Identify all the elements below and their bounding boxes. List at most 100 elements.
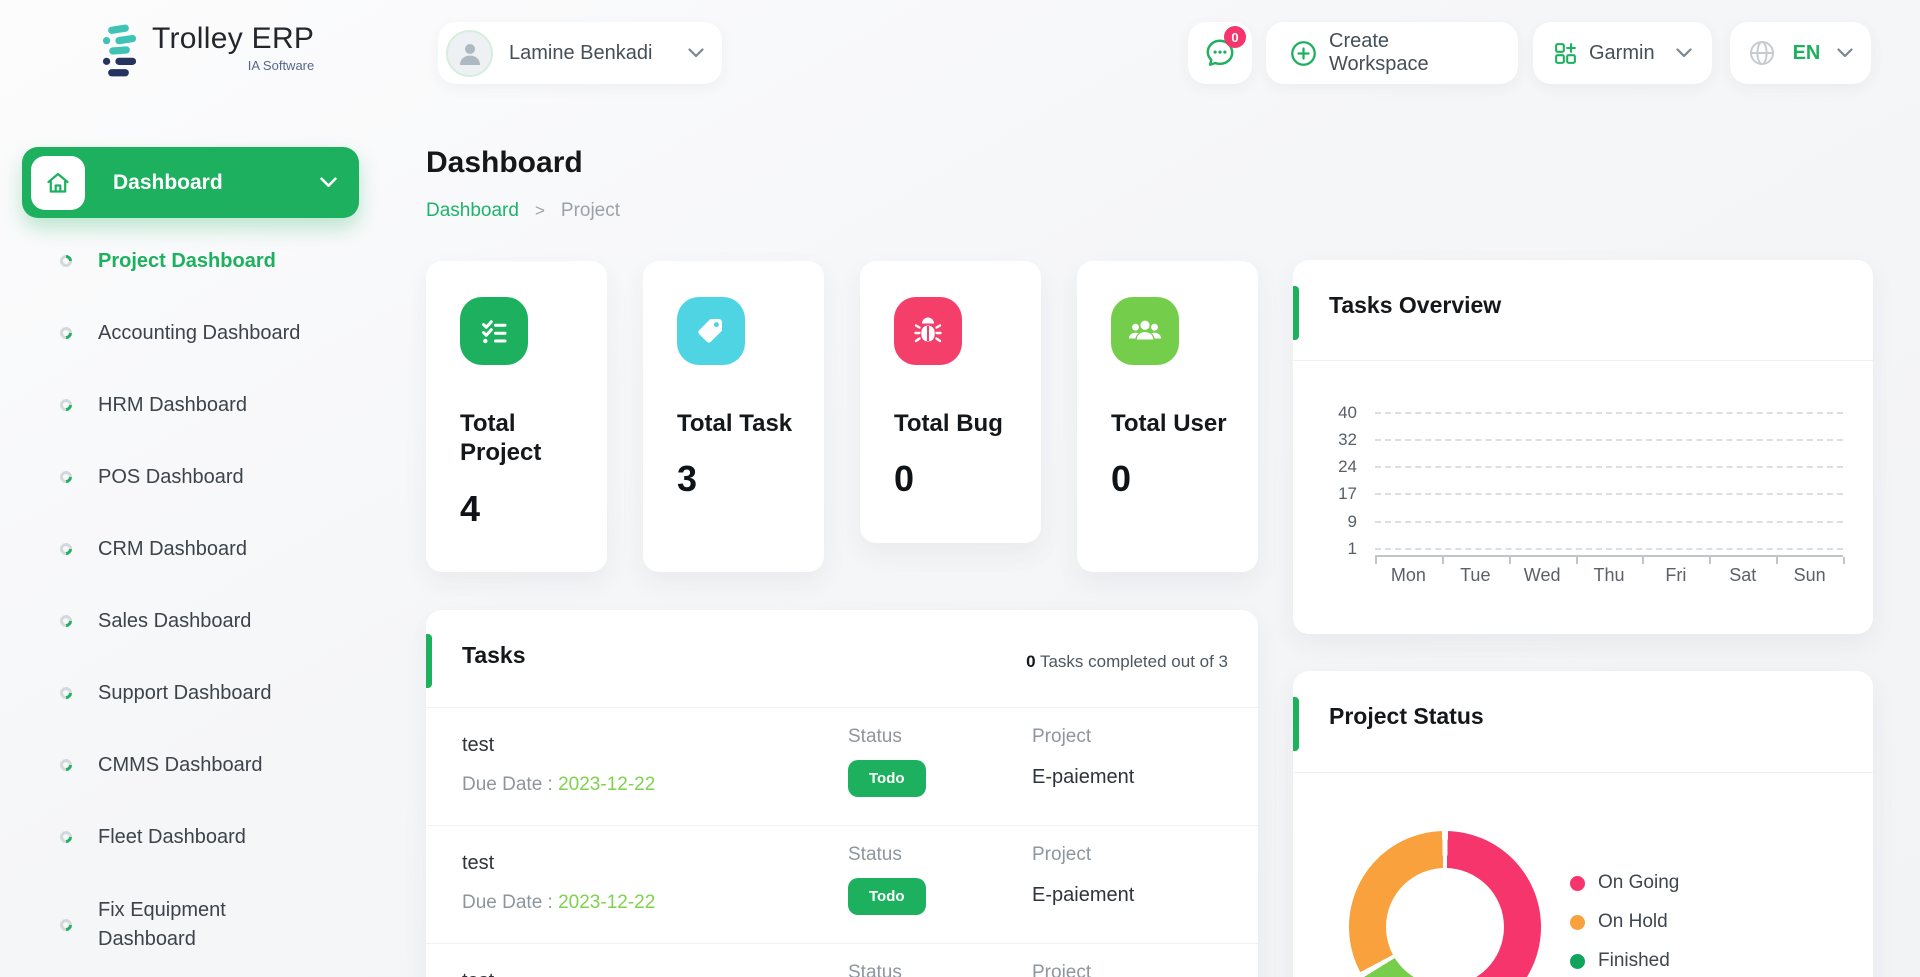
x-axis-label: Fri: [1642, 565, 1709, 586]
project-column-label: Project: [1032, 962, 1091, 977]
tasks-overview-chart: 40 32 24 17 9 1: [1293, 360, 1873, 634]
project-status-panel: Project Status On Going On Hold Finished: [1293, 671, 1873, 977]
chevron-down-icon: [1837, 48, 1853, 58]
tasks-overview-header: Tasks Overview: [1293, 260, 1873, 360]
sidebar-item-pos-dashboard[interactable]: POS Dashboard: [60, 441, 360, 513]
y-axis-label: 40: [1317, 403, 1357, 423]
tasks-panel: Tasks 0 Tasks completed out of 3 test Du…: [426, 610, 1258, 977]
chevron-down-icon: [688, 48, 704, 58]
bullet-icon: [58, 685, 75, 702]
stat-value: 3: [677, 458, 808, 500]
chevron-down-icon: [1676, 48, 1692, 58]
checklist-icon: [460, 297, 528, 365]
tasks-title: Tasks: [462, 642, 526, 669]
gridline-dash: [1375, 493, 1843, 495]
bullet-icon: [58, 397, 75, 414]
sidebar-menu: Project Dashboard Accounting Dashboard H…: [60, 225, 360, 977]
workspace-name: Garmin: [1589, 42, 1665, 65]
panel-accent-bar: [1293, 286, 1299, 340]
status-badge: Todo: [848, 760, 926, 797]
breadcrumb-dashboard-link[interactable]: Dashboard: [426, 200, 519, 222]
legend-dot: [1570, 954, 1585, 969]
task-due-date: Due Date : 2023-12-22: [462, 892, 655, 914]
tasks-completed-count: 0: [1026, 652, 1035, 671]
tasks-overview-title: Tasks Overview: [1329, 292, 1501, 319]
y-axis-label: 32: [1317, 430, 1357, 450]
create-workspace-button[interactable]: Create Workspace: [1266, 22, 1518, 84]
gridline-dash: [1375, 412, 1843, 414]
y-axis-label: 17: [1317, 484, 1357, 504]
legend-item-on-going[interactable]: On Going: [1570, 871, 1679, 895]
sidebar-item-sales-dashboard[interactable]: Sales Dashboard: [60, 585, 360, 657]
legend-item-on-hold[interactable]: On Hold: [1570, 910, 1679, 934]
chat-badge: 0: [1224, 26, 1246, 48]
legend-dot: [1570, 876, 1585, 891]
sidebar-item-project-dashboard[interactable]: Project Dashboard: [60, 225, 360, 297]
language-code: EN: [1787, 42, 1826, 65]
x-axis-labels: Mon Tue Wed Thu Fri Sat Sun: [1375, 565, 1843, 586]
axis-tick: [1509, 557, 1511, 564]
bullet-icon: [58, 613, 75, 630]
task-due-date-value: 2023-12-22: [558, 892, 655, 913]
sidebar-item-fleet-dashboard[interactable]: Fleet Dashboard: [60, 801, 360, 873]
axis-tick: [1776, 557, 1778, 564]
task-row: test Due Date : 2023-12-22 Status Todo P…: [426, 943, 1258, 977]
status-column-label: Status: [848, 726, 902, 748]
divider: [1293, 772, 1873, 773]
panel-accent-bar: [426, 634, 432, 688]
legend-dot: [1570, 915, 1585, 930]
chevron-down-icon: [320, 177, 337, 188]
stat-label: Total Project: [460, 409, 591, 468]
y-axis-label: 24: [1317, 457, 1357, 477]
x-axis-label: Thu: [1576, 565, 1643, 586]
stat-value: 0: [1111, 458, 1242, 500]
language-select[interactable]: EN: [1730, 22, 1871, 84]
brand-logo-icon: [96, 22, 142, 80]
project-column-label: Project: [1032, 844, 1091, 866]
sidebar-item-fix-equipment-dashboard[interactable]: Fix Equipment Dashboard: [60, 873, 360, 977]
user-name: Lamine Benkadi: [509, 42, 688, 65]
x-axis-label: Wed: [1509, 565, 1576, 586]
task-project: E-paiement: [1032, 884, 1134, 907]
bullet-icon: [58, 917, 75, 934]
y-axis-label: 9: [1317, 512, 1357, 532]
bullet-icon: [58, 469, 75, 486]
axis-tick: [1576, 557, 1578, 564]
page-title: Dashboard: [426, 146, 583, 180]
bullet-icon: [58, 757, 75, 774]
x-axis-label: Sun: [1776, 565, 1843, 586]
plus-circle-icon: [1290, 40, 1317, 67]
brand-name: Trolley ERP: [152, 22, 314, 56]
gridline-dash: [1375, 466, 1843, 468]
workspace-select[interactable]: Garmin: [1533, 22, 1712, 84]
bullet-icon: [58, 253, 75, 270]
home-icon: [31, 156, 85, 210]
task-project: E-paiement: [1032, 766, 1134, 789]
legend-item-finished[interactable]: Finished: [1570, 949, 1679, 973]
sidebar-item-accounting-dashboard[interactable]: Accounting Dashboard: [60, 297, 360, 369]
task-due-date-value: 2023-12-22: [558, 774, 655, 795]
user-menu[interactable]: Lamine Benkadi: [438, 22, 722, 84]
tasks-overview-panel: Tasks Overview 40 32 24 17 9 1: [1293, 260, 1873, 634]
sidebar-section-label: Dashboard: [113, 171, 320, 195]
sidebar-item-support-dashboard[interactable]: Support Dashboard: [60, 657, 360, 729]
bullet-icon: [58, 541, 75, 558]
x-axis-label: Mon: [1375, 565, 1442, 586]
stat-value: 4: [460, 488, 591, 530]
chat-button[interactable]: 0: [1188, 22, 1252, 84]
task-name: test: [462, 970, 494, 977]
sidebar-item-hrm-dashboard[interactable]: HRM Dashboard: [60, 369, 360, 441]
gridline-dash: [1375, 439, 1843, 441]
sidebar-dashboard-toggle[interactable]: Dashboard: [22, 147, 359, 218]
breadcrumb-current: Project: [561, 200, 620, 222]
bug-icon: [894, 297, 962, 365]
sidebar-item-cmms-dashboard[interactable]: CMMS Dashboard: [60, 729, 360, 801]
create-workspace-label: Create Workspace: [1329, 30, 1494, 76]
stat-value: 0: [894, 458, 1025, 500]
task-name: test: [462, 852, 494, 875]
x-axis-label: Sat: [1709, 565, 1776, 586]
axis-tick: [1709, 557, 1711, 564]
sidebar-item-crm-dashboard[interactable]: CRM Dashboard: [60, 513, 360, 585]
stat-card-total-user: Total User 0: [1077, 261, 1258, 572]
tasks-completed-text: Tasks completed out of 3: [1036, 652, 1228, 671]
